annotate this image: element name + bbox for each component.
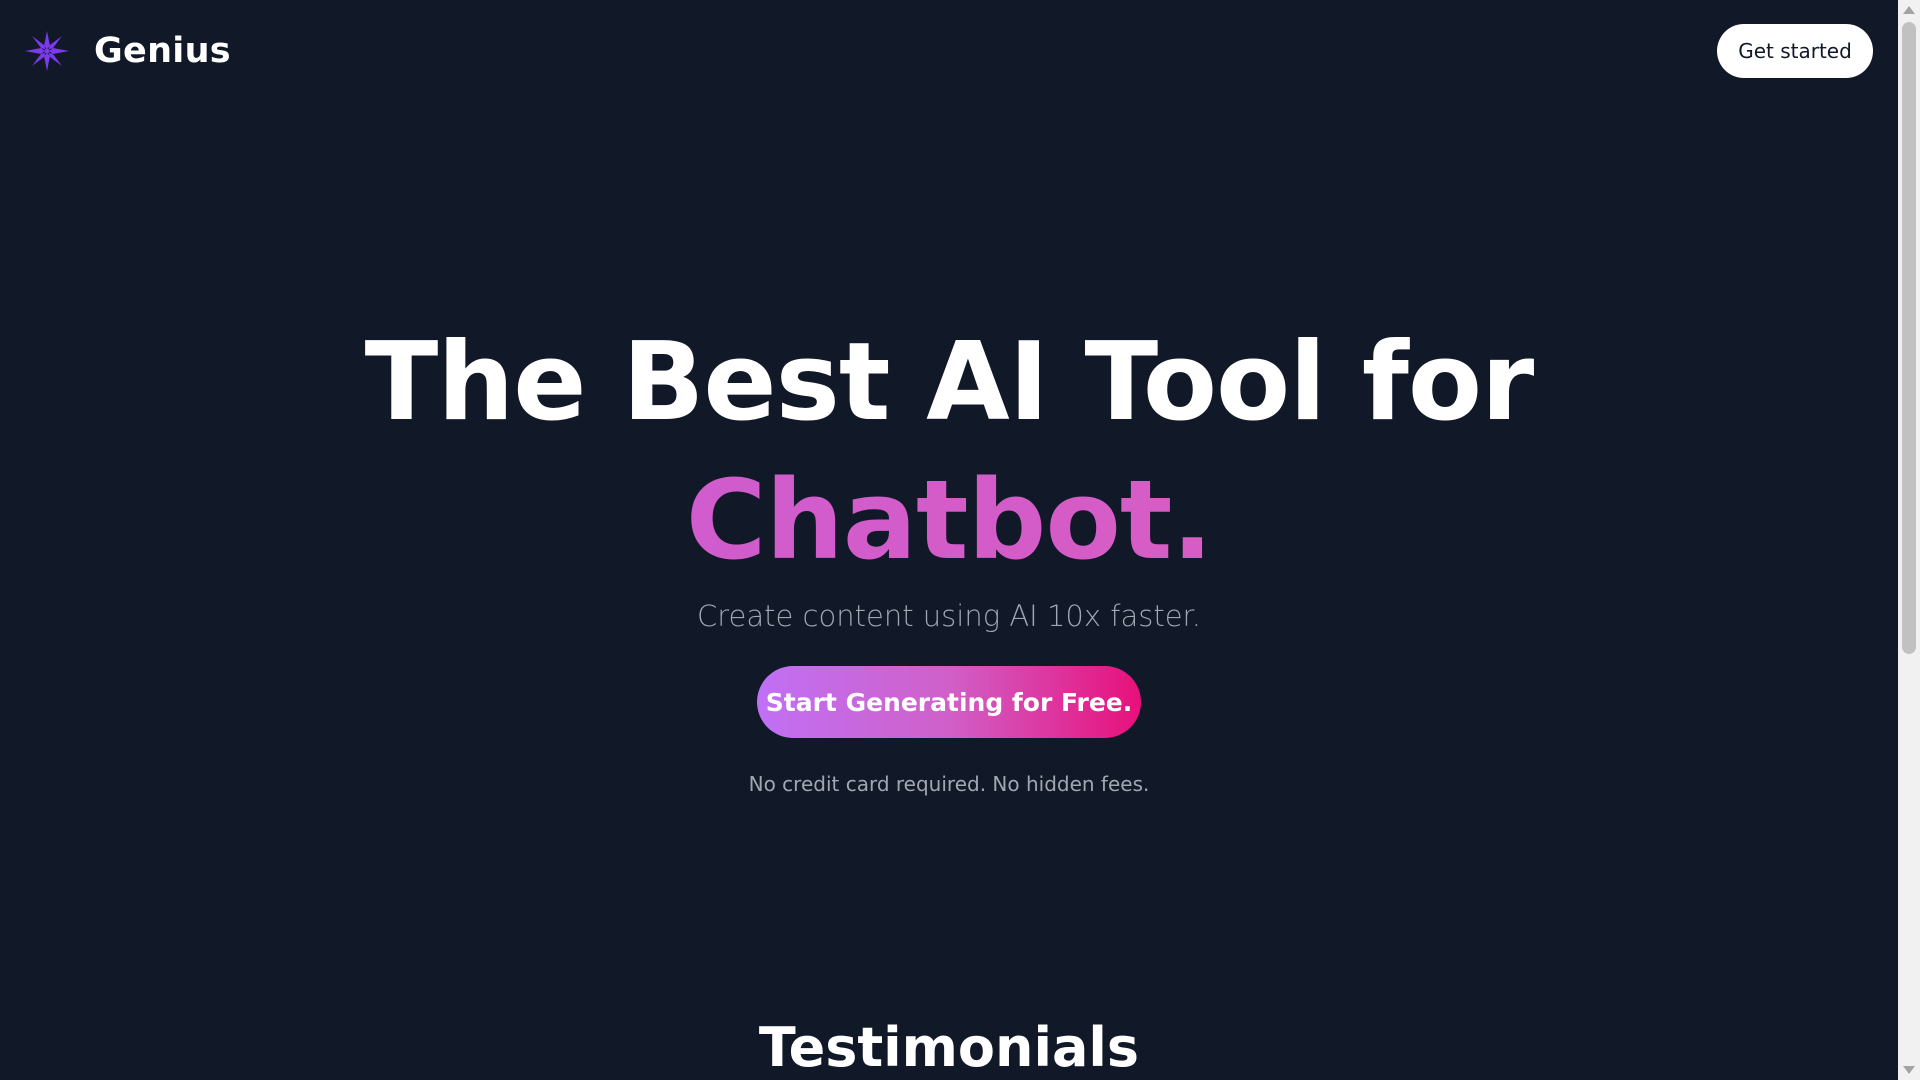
page: Genius Get started The Best AI Tool for … bbox=[0, 0, 1898, 1080]
hero-note: No credit card required. No hidden fees. bbox=[748, 772, 1150, 796]
hero-headline-accent: Chatbot. bbox=[0, 455, 1898, 585]
scroll-up-arrow-icon[interactable] bbox=[1903, 6, 1915, 14]
get-started-button[interactable]: Get started bbox=[1717, 24, 1873, 78]
scrollbar-thumb[interactable] bbox=[1902, 22, 1916, 654]
sparkle-star-icon bbox=[25, 31, 69, 71]
brand-logo-link[interactable]: Genius bbox=[22, 29, 231, 73]
start-generating-button[interactable]: Start Generating for Free. bbox=[757, 666, 1141, 738]
vertical-scrollbar[interactable] bbox=[1898, 0, 1920, 1080]
scroll-down-arrow-icon[interactable] bbox=[1903, 1066, 1915, 1074]
brand-name: Genius bbox=[94, 31, 231, 71]
testimonials-heading: Testimonials bbox=[758, 1016, 1140, 1079]
hero-subtitle: Create content using AI 10x faster. bbox=[696, 599, 1202, 633]
hero-headline: The Best AI Tool for bbox=[364, 320, 1535, 445]
